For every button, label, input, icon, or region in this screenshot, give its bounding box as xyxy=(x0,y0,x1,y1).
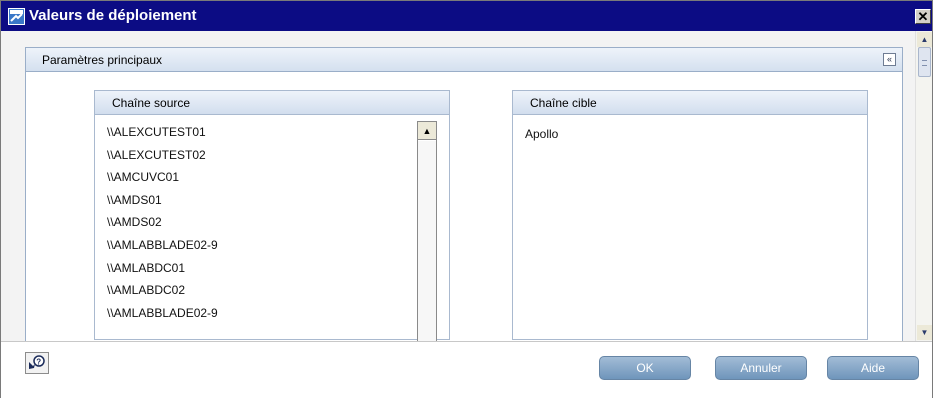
source-list-scrollbar[interactable]: ▲ xyxy=(417,121,437,341)
list-item[interactable]: Apollo xyxy=(525,123,558,146)
list-item[interactable]: \\ALEXCUTEST02 xyxy=(107,144,407,167)
collapse-icon: « xyxy=(886,54,892,64)
list-item[interactable]: \\AMLABBLADE02-9 xyxy=(107,302,407,325)
scroll-track[interactable] xyxy=(418,141,436,341)
target-string-list: Chaîne cible Apollo xyxy=(512,90,868,340)
target-items: Apollo xyxy=(525,123,558,146)
dialog-content: Paramètres principaux « Chaîne source \\… xyxy=(1,31,915,341)
source-string-list: Chaîne source \\ALEXCUTEST01 \\ALEXCUTES… xyxy=(94,90,450,341)
list-item[interactable]: \\AMLABDC02 xyxy=(107,279,407,302)
dialog-footer: ? OK Annuler Aide xyxy=(1,341,932,398)
scroll-thumb[interactable] xyxy=(918,47,931,77)
context-help-button[interactable]: ? xyxy=(25,352,49,374)
title-bar[interactable]: Valeurs de déploiement ✕ xyxy=(1,1,932,31)
help-button[interactable]: Aide xyxy=(827,356,919,380)
source-list-header: Chaîne source xyxy=(95,91,449,115)
deployment-values-dialog: Valeurs de déploiement ✕ Paramètres prin… xyxy=(0,0,933,398)
window-title: Valeurs de déploiement xyxy=(29,7,197,24)
close-button[interactable]: ✕ xyxy=(915,9,931,24)
source-items: \\ALEXCUTEST01 \\ALEXCUTEST02 \\AMCUVC01… xyxy=(107,121,407,324)
cancel-button[interactable]: Annuler xyxy=(715,356,807,380)
close-icon: ✕ xyxy=(917,9,929,24)
scroll-up-button[interactable]: ▲ xyxy=(418,122,436,140)
scroll-up-button[interactable]: ▲ xyxy=(917,32,932,47)
grip-icon xyxy=(922,60,927,66)
arrow-down-icon: ▼ xyxy=(920,328,929,337)
list-item[interactable]: \\ALEXCUTEST01 xyxy=(107,121,407,144)
help-pointer-icon: ? xyxy=(29,355,45,369)
svg-text:?: ? xyxy=(36,357,41,366)
app-window-icon xyxy=(8,8,25,25)
target-list-title: Chaîne cible xyxy=(530,96,597,110)
source-list-title: Chaîne source xyxy=(112,96,191,110)
collapse-section-button[interactable]: « xyxy=(883,53,896,66)
ok-button[interactable]: OK xyxy=(599,356,691,380)
scroll-down-button[interactable]: ▼ xyxy=(917,325,932,340)
dialog-scrollbar[interactable]: ▲ ▼ xyxy=(915,31,932,341)
target-list-header: Chaîne cible xyxy=(513,91,867,115)
list-item[interactable]: \\AMLABDC01 xyxy=(107,257,407,280)
arrow-up-icon: ▲ xyxy=(920,35,929,44)
section-title: Paramètres principaux xyxy=(42,53,163,67)
list-item[interactable]: \\AMLABBLADE02-9 xyxy=(107,234,407,257)
list-item[interactable]: \\AMDS01 xyxy=(107,189,407,212)
list-item[interactable]: \\AMDS02 xyxy=(107,211,407,234)
main-parameters-section: Paramètres principaux « Chaîne source \\… xyxy=(25,47,903,341)
section-header: Paramètres principaux « xyxy=(26,48,902,72)
list-item[interactable]: \\AMCUVC01 xyxy=(107,166,407,189)
arrow-up-icon: ▲ xyxy=(422,125,432,136)
